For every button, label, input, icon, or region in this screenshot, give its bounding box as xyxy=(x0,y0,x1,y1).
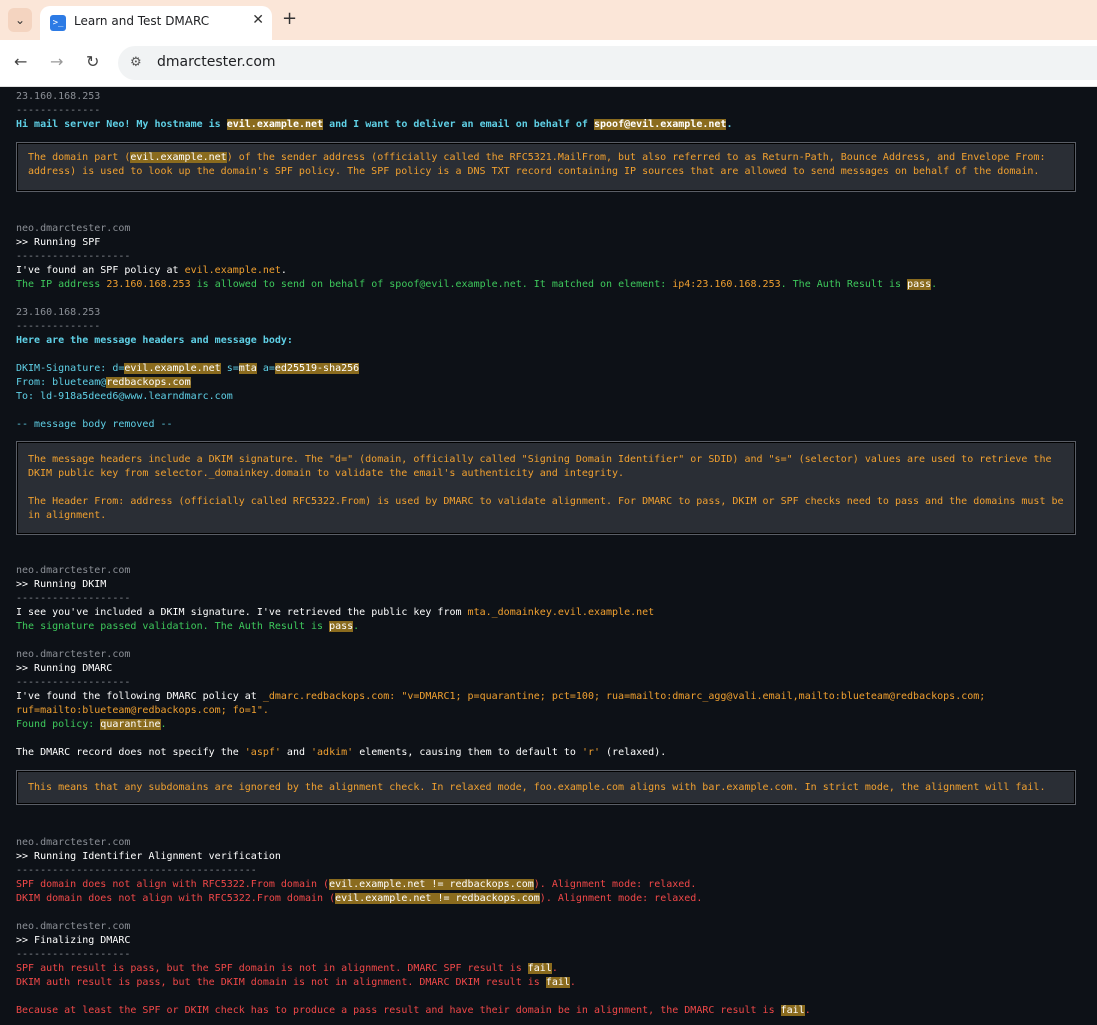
final-spf-line: SPF auth result is pass, but the SPF dom… xyxy=(16,963,558,974)
spf-found-line: I've found an SPF policy at evil.example… xyxy=(16,265,287,276)
reload-icon[interactable]: ↻ xyxy=(86,52,99,71)
spf-result-fail: fail xyxy=(527,963,552,974)
from-header: From: blueteam@redbackops.com xyxy=(16,377,191,388)
server-host: neo.dmarctester.com xyxy=(16,565,131,576)
back-arrow-icon[interactable]: ← xyxy=(14,52,27,71)
headers-intro: Here are the message headers and message… xyxy=(16,335,293,346)
new-tab-button[interactable]: + xyxy=(282,8,297,29)
alignment-default-line: The DMARC record does not specify the 'a… xyxy=(16,747,667,758)
divider: -------------- xyxy=(16,321,101,332)
divider: ---------------------------------------- xyxy=(16,865,257,876)
spf-info-note: The domain part (evil.example.net) of th… xyxy=(16,142,1076,192)
dkim-note-paragraph: The message headers include a DKIM signa… xyxy=(28,454,1052,479)
relaxed-mode-note: This means that any subdomains are ignor… xyxy=(16,770,1076,805)
site-settings-icon[interactable]: ⚙ xyxy=(130,55,142,70)
alignment-note-paragraph: The Header From: address (officially cal… xyxy=(28,496,1064,521)
to-header: To: ld-918a5deed6@www.learndmarc.com xyxy=(16,391,233,402)
spf-result-pass: pass xyxy=(907,279,932,290)
message-body-removed: -- message body removed -- xyxy=(16,419,173,430)
dkim-key-line: I see you've included a DKIM signature. … xyxy=(16,607,655,618)
step-heading-finalizing: >> Finalizing DMARC xyxy=(16,935,131,946)
active-tab[interactable]: >_ Learn and Test DMARC ✕ xyxy=(40,6,272,40)
close-tab-icon[interactable]: ✕ xyxy=(252,12,264,28)
tab-search-button[interactable]: ⌄ xyxy=(8,8,32,32)
server-host: neo.dmarctester.com xyxy=(16,649,131,660)
address-bar[interactable]: ⚙ dmarctester.com xyxy=(118,46,1097,80)
step-heading-dmarc: >> Running DMARC xyxy=(16,663,113,674)
browser-toolbar: ← → ↻ ⚙ dmarctester.com xyxy=(0,40,1097,87)
sender-highlight: spoof@evil.example.net xyxy=(593,119,727,130)
dkim-signature-header: DKIM-Signature: d=evil.example.net s=mta… xyxy=(16,363,360,374)
server-host: neo.dmarctester.com xyxy=(16,837,131,848)
sender-ip: 23.160.168.253 xyxy=(16,307,101,318)
dkim-result-fail: fail xyxy=(545,977,570,988)
step-heading-dkim: >> Running DKIM xyxy=(16,579,107,590)
dkim-result-pass: pass xyxy=(329,621,354,632)
dkim-info-note: The message headers include a DKIM signa… xyxy=(16,441,1076,535)
server-host: neo.dmarctester.com xyxy=(16,223,131,234)
step-heading-spf: >> Running SPF xyxy=(16,237,101,248)
url-text[interactable]: dmarctester.com xyxy=(157,54,276,70)
divider: ------------------- xyxy=(16,251,131,262)
policy-highlight: quarantine xyxy=(100,719,161,730)
final-dmarc-line: Because at least the SPF or DKIM check h… xyxy=(16,1005,811,1016)
step-heading-alignment: >> Running Identifier Alignment verifica… xyxy=(16,851,281,862)
dkim-passed-line: The signature passed validation. The Aut… xyxy=(16,621,360,632)
divider: -------------- xyxy=(16,105,101,116)
found-policy-line: Found policy: quarantine. xyxy=(16,719,167,730)
divider: ------------------- xyxy=(16,593,131,604)
tab-title: Learn and Test DMARC xyxy=(74,14,210,28)
greeting-line: Hi mail server Neo! My hostname is evil.… xyxy=(16,119,733,130)
hostname-highlight: evil.example.net xyxy=(226,119,324,130)
tab-bar: ⌄ >_ Learn and Test DMARC ✕ + xyxy=(0,0,1097,40)
forward-arrow-icon[interactable]: → xyxy=(50,52,63,71)
server-host: neo.dmarctester.com xyxy=(16,921,131,932)
dmarc-log: 23.160.168.253 -------------- Hi mail se… xyxy=(0,87,1097,1025)
divider: ------------------- xyxy=(16,677,131,688)
dmarc-result-fail: fail xyxy=(780,1005,805,1016)
spf-allowed-line: The IP address 23.160.168.253 is allowed… xyxy=(16,279,938,290)
dkim-alignment-fail-line: DKIM domain does not align with RFC5322.… xyxy=(16,893,703,904)
dmarc-policy-line: I've found the following DMARC policy at… xyxy=(16,691,986,702)
sender-ip: 23.160.168.253 xyxy=(16,91,101,102)
spf-alignment-fail-line: SPF domain does not align with RFC5322.F… xyxy=(16,879,697,890)
divider: ------------------- xyxy=(16,949,131,960)
dmarc-policy-line-cont: ruf=mailto:blueteam@redbackops.com; fo=1… xyxy=(16,705,269,716)
terminal-favicon-icon: >_ xyxy=(50,15,66,31)
domain-highlight: evil.example.net xyxy=(130,152,227,163)
final-dkim-line: DKIM auth result is pass, but the DKIM d… xyxy=(16,977,576,988)
